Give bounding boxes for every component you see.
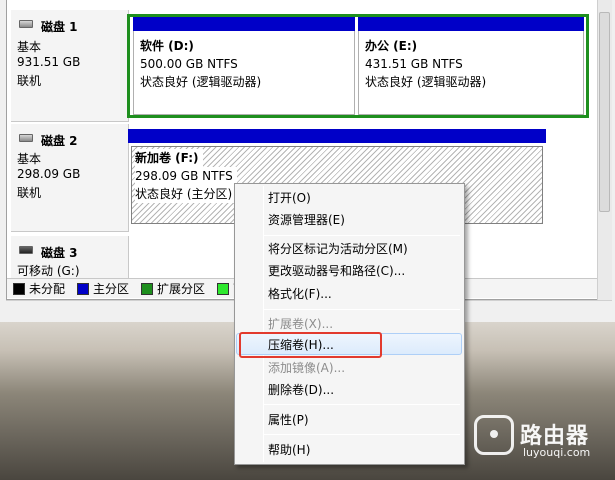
- menu-item-mark-active[interactable]: 将分区标记为活动分区(M): [268, 238, 408, 260]
- menu-separator: [264, 404, 460, 405]
- partition-size: 298.09 GB NTFS: [135, 167, 237, 185]
- legend-primary: 主分区: [77, 280, 129, 297]
- disk-type: 基本: [17, 40, 42, 54]
- disk-size: 931.51 GB: [17, 55, 81, 69]
- menu-item-explorer[interactable]: 资源管理器(E): [268, 209, 345, 231]
- legend-extended: 扩展分区: [141, 280, 205, 297]
- partition-status: 状态良好 (逻辑驱动器): [365, 75, 487, 89]
- menu-gutter: [263, 186, 264, 462]
- partition-title: 软件 (D:): [140, 39, 194, 53]
- partition-title: 新加卷 (F:): [135, 149, 203, 167]
- disk-status: 联机: [17, 186, 42, 200]
- partition-size: 431.51 GB NTFS: [365, 57, 463, 71]
- disk-3-info[interactable]: 磁盘 3 可移动 (G:): [11, 236, 129, 278]
- legend-swatch: [141, 282, 154, 295]
- partition-status: 状态良好 (主分区): [135, 185, 237, 203]
- disk-icon: [19, 20, 33, 28]
- partition-color-bar: [133, 17, 355, 31]
- menu-item-format[interactable]: 格式化(F)...: [268, 283, 332, 305]
- disk-name: 磁盘 2: [41, 134, 78, 148]
- partition-body: 办公 (E:) 431.51 GB NTFS 状态良好 (逻辑驱动器): [358, 31, 584, 115]
- legend-label: 主分区: [93, 282, 130, 296]
- menu-item-open[interactable]: 打开(O): [268, 187, 311, 209]
- partition-status: 状态良好 (逻辑驱动器): [140, 75, 262, 89]
- disk-name: 磁盘 1: [41, 20, 78, 34]
- legend-swatch: [217, 282, 230, 295]
- disk-status: 联机: [17, 74, 42, 88]
- router-logo-dot: [490, 430, 498, 438]
- menu-separator: [264, 434, 460, 435]
- partition-size: 500.00 GB NTFS: [140, 57, 238, 71]
- legend-swatch: [13, 282, 25, 295]
- menu-separator: [264, 235, 460, 236]
- menu-item-delete[interactable]: 删除卷(D)...: [268, 379, 334, 401]
- disk-type: 可移动 (G:): [17, 264, 80, 278]
- menu-item-add-mirror: 添加镜像(A)...: [268, 361, 346, 375]
- legend-swatch: [77, 282, 90, 295]
- menu-item-help[interactable]: 帮助(H): [268, 439, 310, 461]
- disk-name: 磁盘 3: [41, 246, 78, 260]
- partition-body: 软件 (D:) 500.00 GB NTFS 状态良好 (逻辑驱动器): [133, 31, 355, 115]
- router-logo-icon: [474, 415, 514, 455]
- menu-item-change-drive-letter[interactable]: 更改驱动器号和路径(C)...: [268, 260, 405, 282]
- partition-e[interactable]: 办公 (E:) 431.51 GB NTFS 状态良好 (逻辑驱动器): [358, 17, 584, 115]
- legend-label: 扩展分区: [157, 282, 206, 296]
- legend-label: 未分配: [29, 282, 66, 296]
- disk-icon: [19, 134, 33, 142]
- scrollbar-thumb[interactable]: [599, 12, 610, 212]
- disk-1-info[interactable]: 磁盘 1 基本 931.51 GB 联机: [11, 10, 129, 122]
- partition-d[interactable]: 软件 (D:) 500.00 GB NTFS 状态良好 (逻辑驱动器): [133, 17, 355, 115]
- disk-size: 298.09 GB: [17, 167, 81, 181]
- removable-disk-icon: [19, 246, 33, 254]
- menu-item-properties[interactable]: 属性(P): [268, 409, 309, 431]
- disk-type: 基本: [17, 152, 42, 166]
- partition-color-bar: [128, 129, 546, 143]
- partition-color-bar: [358, 17, 584, 31]
- watermark-url: luyouqi.com: [523, 446, 591, 459]
- menu-separator: [264, 309, 460, 310]
- highlight-box: [239, 332, 382, 358]
- disk-2-info[interactable]: 磁盘 2 基本 298.09 GB 联机: [11, 124, 129, 232]
- partition-title: 办公 (E:): [365, 39, 418, 53]
- legend-unallocated: 未分配: [13, 280, 65, 297]
